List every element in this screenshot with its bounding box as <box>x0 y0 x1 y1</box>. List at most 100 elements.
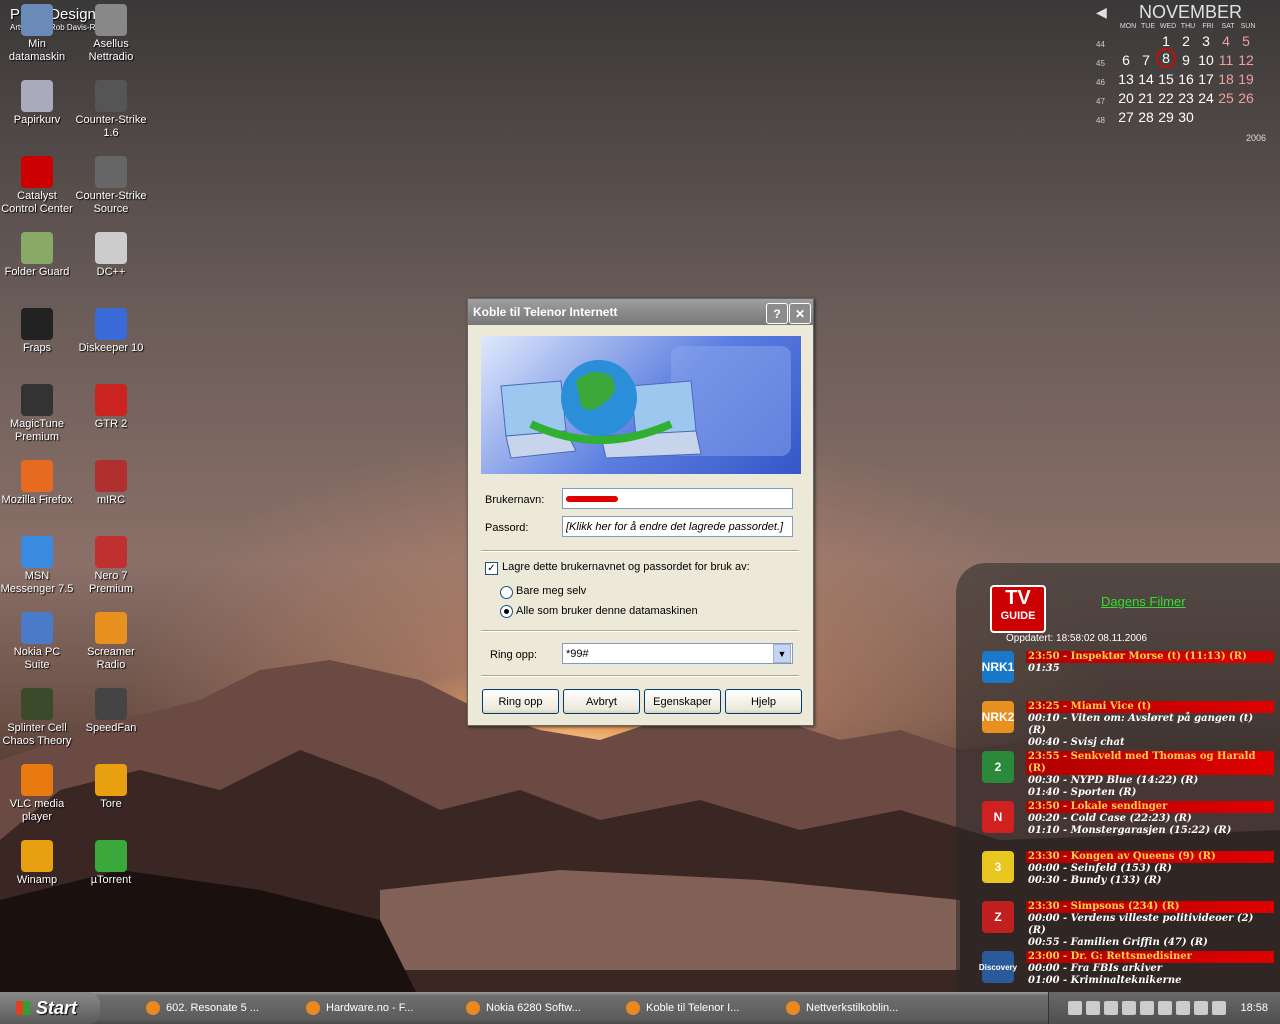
calendar-day[interactable]: 25 <box>1216 90 1236 106</box>
calendar-day[interactable]: 19 <box>1236 71 1256 87</box>
tray-icon[interactable] <box>1068 1001 1083 1015</box>
desktop-shortcut[interactable]: Folder Guard <box>0 232 74 279</box>
desktop-shortcut[interactable]: Diskeeper 10 <box>74 308 148 355</box>
desktop-shortcut[interactable]: Nokia PC Suite <box>0 612 74 672</box>
calendar-day[interactable]: 30 <box>1176 109 1196 125</box>
tv-channel-row[interactable]: 3 23:30 - Kongen av Queens (9) (R) 00:00 -… <box>964 851 1274 899</box>
calendar-day[interactable]: 17 <box>1196 71 1216 87</box>
desktop-shortcut[interactable]: Winamp <box>0 840 74 887</box>
calendar-day[interactable]: 4 <box>1216 33 1236 49</box>
desktop-shortcut[interactable]: GTR 2 <box>74 384 148 431</box>
dialog-close-button[interactable]: ✕ <box>789 303 811 324</box>
taskbar-task-button[interactable]: Koble til Telenor I... <box>618 995 768 1021</box>
calendar-day[interactable]: 23 <box>1176 90 1196 106</box>
tray-icon[interactable] <box>1176 1001 1191 1015</box>
desktop-shortcut[interactable]: MSN Messenger 7.5 <box>0 536 74 596</box>
tv-programme-list: 23:50 - Lokale sendinger 00:20 - Cold Cas… <box>1026 801 1274 837</box>
desktop-shortcut[interactable]: Min datamaskin <box>0 4 74 64</box>
tray-icon[interactable] <box>1212 1001 1227 1015</box>
desktop-shortcut[interactable]: Splinter Cell Chaos Theory <box>0 688 74 748</box>
calendar-day[interactable]: 2 <box>1176 33 1196 49</box>
desktop-shortcut[interactable]: Asellus Nettradio <box>74 4 148 64</box>
clock[interactable]: 18:58 <box>1240 1002 1268 1014</box>
counter-strike-source-icon <box>95 156 127 188</box>
desktop-shortcut[interactable]: VLC media player <box>0 764 74 824</box>
calendar-day[interactable]: 15 <box>1156 71 1176 87</box>
tray-icon[interactable] <box>1140 1001 1155 1015</box>
calendar-day[interactable]: 6 <box>1116 52 1136 68</box>
calendar-day[interactable]: 3 <box>1196 33 1216 49</box>
tv-channel-row[interactable]: Z 23:30 - Simpsons (234) (R) 00:00 - Verde… <box>964 901 1274 949</box>
desktop-shortcut[interactable]: µTorrent <box>74 840 148 887</box>
calendar-day[interactable]: 29 <box>1156 109 1176 125</box>
desktop-shortcut[interactable]: Fraps <box>0 308 74 355</box>
radio-only-me[interactable] <box>500 586 513 599</box>
desktop-shortcut-label: Min datamaskin <box>8 38 66 63</box>
desktop-shortcut[interactable]: MagicTune Premium <box>0 384 74 444</box>
fraps-icon <box>21 308 53 340</box>
calendar-day[interactable]: 21 <box>1136 90 1156 106</box>
radio-all-users[interactable] <box>500 605 513 618</box>
task-app-icon <box>306 1001 320 1015</box>
desktop-shortcut[interactable]: Tore <box>74 764 148 811</box>
tv-channel-row[interactable]: N 23:50 - Lokale sendinger 00:20 - Cold Ca… <box>964 801 1274 849</box>
desktop-shortcut[interactable]: Catalyst Control Center <box>0 156 74 216</box>
desktop-shortcut-label: Screamer Radio <box>87 646 135 671</box>
taskbar-task-button[interactable]: Hardware.no - F... <box>298 995 448 1021</box>
password-field[interactable]: [Klikk her for å endre det lagrede passo… <box>562 516 793 537</box>
dialog-titlebar[interactable]: Koble til Telenor Internett <box>468 299 813 325</box>
desktop-shortcut[interactable]: Papirkurv <box>0 80 74 127</box>
calendar-day[interactable]: 27 <box>1116 109 1136 125</box>
dial-number-select[interactable]: *99# ▼ <box>562 643 793 664</box>
calendar-day[interactable]: 9 <box>1176 52 1196 68</box>
tray-icon[interactable] <box>1122 1001 1137 1015</box>
calendar-day[interactable]: 13 <box>1116 71 1136 87</box>
calendar-day[interactable]: 26 <box>1236 90 1256 106</box>
calendar-day[interactable]: 7 <box>1136 52 1156 68</box>
diskeeper-icon <box>95 308 127 340</box>
cancel-button[interactable]: Avbryt <box>563 689 640 714</box>
calendar-day[interactable]: 20 <box>1116 90 1136 106</box>
dialog-help-button[interactable]: ? <box>766 303 788 324</box>
desktop-shortcut[interactable]: Counter-Strike 1.6 <box>74 80 148 140</box>
tray-icon[interactable] <box>1086 1001 1101 1015</box>
calendar-day[interactable]: 11 <box>1216 52 1236 68</box>
calendar-day[interactable]: 8 <box>1156 48 1176 68</box>
desktop-shortcut[interactable]: mIRC <box>74 460 148 507</box>
desktop-shortcut[interactable]: DC++ <box>74 232 148 279</box>
taskbar-task-button[interactable]: Nokia 6280 Softw... <box>458 995 608 1021</box>
taskbar-task-button[interactable]: Nettverkstilkoblin... <box>778 995 928 1021</box>
desktop-shortcut[interactable]: Counter-Strike Source <box>74 156 148 216</box>
ati-catalyst-icon <box>21 156 53 188</box>
save-credentials-checkbox[interactable]: ✓ <box>485 562 498 575</box>
movies-link[interactable]: Dagens Filmer <box>1101 594 1186 609</box>
help-button[interactable]: Hjelp <box>725 689 802 714</box>
calendar-day[interactable]: 16 <box>1176 71 1196 87</box>
calendar-day[interactable]: 18 <box>1216 71 1236 87</box>
properties-button[interactable]: Egenskaper <box>644 689 721 714</box>
desktop-shortcut[interactable]: Nero 7 Premium <box>74 536 148 596</box>
tray-icon[interactable] <box>1158 1001 1173 1015</box>
desktop-shortcut[interactable]: Mozilla Firefox <box>0 460 74 507</box>
dial-button[interactable]: Ring opp <box>482 689 559 714</box>
calendar-day[interactable]: 1 <box>1156 33 1176 49</box>
chevron-down-icon[interactable]: ▼ <box>773 644 791 663</box>
tv-channel-row[interactable]: NRK1 23:50 - Inspektør Morse (t) (11:13) … <box>964 651 1274 699</box>
calendar-day[interactable]: 28 <box>1136 109 1156 125</box>
desktop-shortcut[interactable]: Screamer Radio <box>74 612 148 672</box>
calendar-prev-icon[interactable]: ◀ <box>1096 4 1107 21</box>
start-button[interactable]: Start <box>0 992 100 1024</box>
username-field[interactable] <box>562 488 793 509</box>
calendar-day[interactable]: 14 <box>1136 71 1156 87</box>
tv-channel-row[interactable]: NRK2 23:25 - Miami Vice (t) 00:10 - Viten … <box>964 701 1274 749</box>
calendar-day[interactable]: 10 <box>1196 52 1216 68</box>
taskbar-task-button[interactable]: 602. Resonate 5 ... <box>138 995 288 1021</box>
desktop-shortcut[interactable]: SpeedFan <box>74 688 148 735</box>
calendar-day[interactable]: 5 <box>1236 33 1256 49</box>
tv-channel-row[interactable]: 2 23:55 - Senkveld med Thomas og Harald (… <box>964 751 1274 799</box>
calendar-day[interactable]: 22 <box>1156 90 1176 106</box>
calendar-day[interactable]: 12 <box>1236 52 1256 68</box>
tray-icon[interactable] <box>1194 1001 1209 1015</box>
tray-icon[interactable] <box>1104 1001 1119 1015</box>
calendar-day[interactable]: 24 <box>1196 90 1216 106</box>
